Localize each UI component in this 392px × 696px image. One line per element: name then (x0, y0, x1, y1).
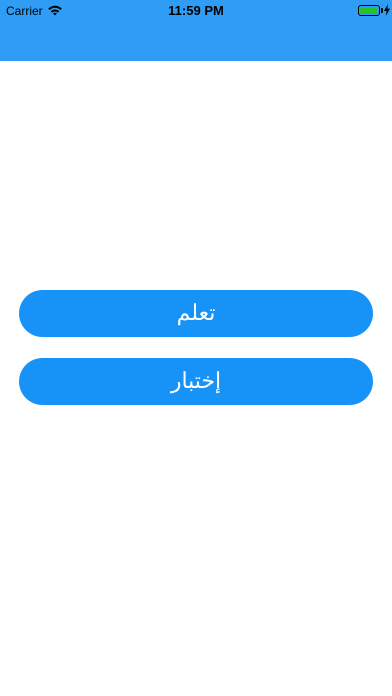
learn-button[interactable]: تعلم (19, 290, 373, 337)
charging-bolt-icon (384, 4, 390, 16)
status-bar: Carrier 11:59 PM (0, 0, 392, 22)
test-button[interactable]: إختبار (19, 358, 373, 405)
test-button-label: إختبار (170, 369, 222, 394)
learn-button-label: تعلم (176, 301, 216, 326)
status-time: 11:59 PM (168, 3, 224, 18)
battery-nub (381, 8, 383, 13)
battery-icon (358, 5, 380, 16)
